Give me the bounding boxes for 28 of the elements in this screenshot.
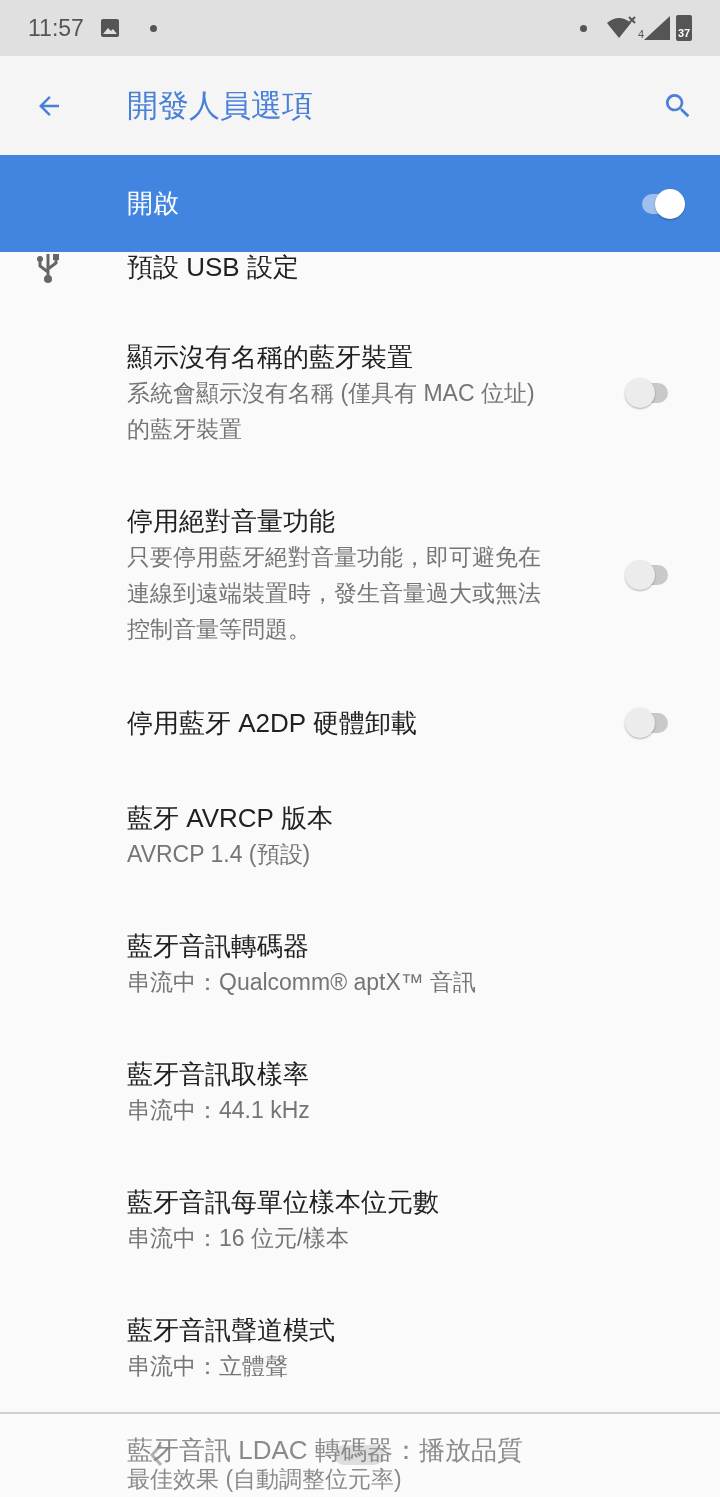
wifi-label: 4 [637,28,644,40]
clock: 11:57 [28,14,84,42]
notification-dot [149,24,157,32]
setting-summary: 最佳效果 (自動調整位元率) [127,1466,403,1492]
setting-title[interactable]: 顯示沒有名稱的藍牙裝置 [127,339,614,375]
setting-summary: 只要停用藍牙絕對音量功能，即可避免在連線到遠端裝置時，發生音量過大或無法控制音量等問題。 [127,543,542,644]
setting-summary: 系統會顯示沒有名稱 (僅具有 MAC 位址) 的藍牙裝置 [127,379,536,444]
master-switch-label: 開啟 [127,187,180,220]
setting-title[interactable]: 藍牙音訊轉碼器 [127,928,672,964]
setting-title[interactable]: 藍牙 AVRCP 版本 [127,800,672,836]
setting-summary: 串流中：立體聲 [127,1352,289,1381]
setting-title[interactable]: 停用藍牙 A2DP 硬體卸載 [127,705,614,741]
wifi-icon [606,16,637,40]
setting-summary: AVRCP 1.4 (預設) [127,840,312,869]
setting-title[interactable]: 藍牙音訊每單位樣本位元數 [127,1184,672,1220]
battery-icon: 37 [676,15,692,41]
setting-title[interactable]: 藍牙音訊取樣率 [127,1056,672,1092]
usb-icon [34,252,62,284]
image-icon [99,18,120,38]
page-title: 開發人員選項 [127,86,314,125]
setting-title[interactable]: 預設 USB 設定 [127,252,672,282]
notification-dot [579,24,587,32]
setting-summary: 串流中：44.1 kHz [127,1096,311,1125]
setting-title[interactable]: 停用絕對音量功能 [127,503,614,539]
signal-icon [644,16,670,40]
setting-title[interactable]: 藍牙音訊聲道模式 [127,1312,672,1348]
setting-summary: 串流中：Qualcomm® aptX™ 音訊 [127,968,478,997]
setting-summary: 串流中：16 位元/樣本 [127,1224,351,1253]
